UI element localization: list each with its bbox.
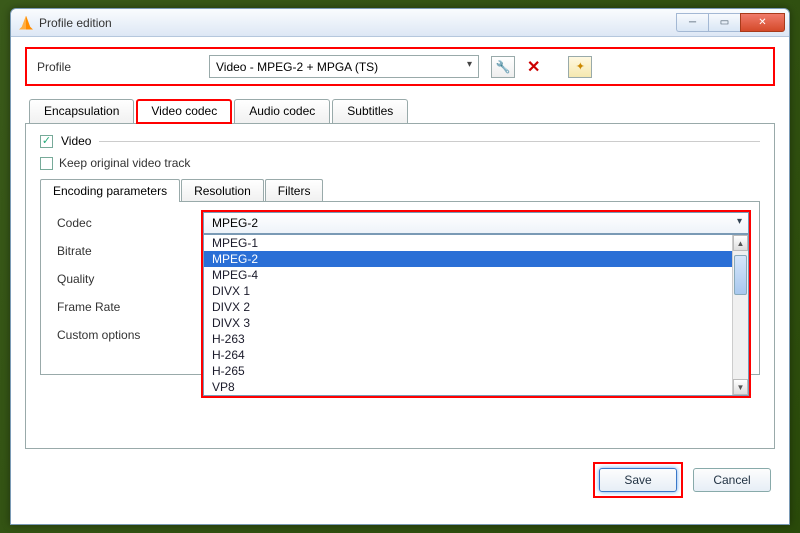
wrench-icon: 🔧 bbox=[496, 60, 511, 74]
save-button[interactable]: Save bbox=[599, 468, 677, 492]
label-codec: Codec bbox=[57, 216, 140, 230]
profile-row: Profile Video - MPEG-2 + MPGA (TS) 🔧 ✕ ✦ bbox=[25, 47, 775, 86]
codec-option[interactable]: H-263 bbox=[204, 331, 748, 347]
keep-original-row: Keep original video track bbox=[40, 156, 760, 170]
tab-audio-codec[interactable]: Audio codec bbox=[234, 99, 330, 124]
save-highlight: Save bbox=[593, 462, 683, 498]
new-profile-button[interactable]: ✦ bbox=[568, 56, 592, 78]
codec-option[interactable]: MPEG-1 bbox=[204, 235, 748, 251]
main-tabbar: Encapsulation Video codec Audio codec Su… bbox=[25, 98, 775, 123]
label-framerate: Frame Rate bbox=[57, 300, 140, 314]
minimize-button[interactable]: ─ bbox=[676, 13, 708, 32]
codec-option[interactable]: H-265 bbox=[204, 363, 748, 379]
video-checkbox-row: Video bbox=[40, 134, 760, 148]
tab-video-codec[interactable]: Video codec bbox=[136, 99, 232, 124]
codec-option[interactable]: DIVX 1 bbox=[204, 283, 748, 299]
keep-original-label: Keep original video track bbox=[59, 156, 190, 170]
scroll-thumb[interactable] bbox=[734, 255, 747, 295]
scroll-down-icon[interactable]: ▼ bbox=[733, 379, 748, 395]
video-enable-checkbox[interactable] bbox=[40, 135, 53, 148]
codec-option[interactable]: MPEG-4 bbox=[204, 267, 748, 283]
footer-buttons: Save Cancel bbox=[593, 462, 771, 498]
close-button[interactable]: ✕ bbox=[740, 13, 785, 32]
new-icon: ✦ bbox=[576, 60, 585, 73]
codec-selected-value: MPEG-2 bbox=[212, 216, 258, 230]
codec-option[interactable]: H-264 bbox=[204, 347, 748, 363]
subtab-encoding-parameters[interactable]: Encoding parameters bbox=[40, 179, 180, 202]
encoding-parameters-page: Codec Bitrate Quality Frame Rate Custom … bbox=[40, 201, 760, 375]
maximize-button[interactable]: ▭ bbox=[708, 13, 740, 32]
content-area: Profile Video - MPEG-2 + MPGA (TS) 🔧 ✕ ✦… bbox=[11, 37, 789, 524]
sub-tabbar: Encoding parameters Resolution Filters bbox=[40, 178, 760, 201]
titlebar[interactable]: Profile edition ─ ▭ ✕ bbox=[11, 9, 789, 37]
label-quality: Quality bbox=[57, 272, 140, 286]
codec-option[interactable]: MPEG-2 bbox=[204, 251, 748, 267]
video-enable-label: Video bbox=[61, 134, 91, 148]
keep-original-checkbox[interactable] bbox=[40, 157, 53, 170]
profile-select[interactable]: Video - MPEG-2 + MPGA (TS) bbox=[209, 55, 479, 78]
window-title: Profile edition bbox=[39, 16, 676, 30]
window-controls: ─ ▭ ✕ bbox=[676, 13, 785, 32]
cancel-button[interactable]: Cancel bbox=[693, 468, 771, 492]
profile-edition-window: Profile edition ─ ▭ ✕ Profile Video - MP… bbox=[10, 8, 790, 525]
codec-scrollbar[interactable]: ▲ ▼ bbox=[732, 235, 748, 395]
divider bbox=[99, 141, 760, 142]
codec-dropdown-area: MPEG-2 MPEG-1 MPEG-2 MPEG-4 DIVX 1 DIVX … bbox=[201, 210, 751, 398]
delete-profile-button[interactable]: ✕ bbox=[527, 57, 540, 77]
scroll-up-icon[interactable]: ▲ bbox=[733, 235, 748, 251]
subtab-filters[interactable]: Filters bbox=[265, 179, 324, 202]
vlc-icon bbox=[19, 16, 33, 30]
field-labels: Codec Bitrate Quality Frame Rate Custom … bbox=[57, 216, 140, 342]
codec-select[interactable]: MPEG-2 bbox=[203, 212, 749, 234]
profile-label: Profile bbox=[37, 60, 197, 74]
profile-selected-value: Video - MPEG-2 + MPGA (TS) bbox=[216, 60, 378, 74]
subtab-resolution[interactable]: Resolution bbox=[181, 179, 264, 202]
edit-profile-button[interactable]: 🔧 bbox=[491, 56, 515, 78]
tab-encapsulation[interactable]: Encapsulation bbox=[29, 99, 134, 124]
codec-option[interactable]: DIVX 3 bbox=[204, 315, 748, 331]
codec-option[interactable]: VP8 bbox=[204, 379, 748, 395]
codec-option[interactable]: DIVX 2 bbox=[204, 299, 748, 315]
codec-options-list[interactable]: MPEG-1 MPEG-2 MPEG-4 DIVX 1 DIVX 2 DIVX … bbox=[203, 234, 749, 396]
tab-page-video-codec: Video Keep original video track Encoding… bbox=[25, 123, 775, 449]
label-custom-options: Custom options bbox=[57, 328, 140, 342]
tab-subtitles[interactable]: Subtitles bbox=[332, 99, 408, 124]
label-bitrate: Bitrate bbox=[57, 244, 140, 258]
